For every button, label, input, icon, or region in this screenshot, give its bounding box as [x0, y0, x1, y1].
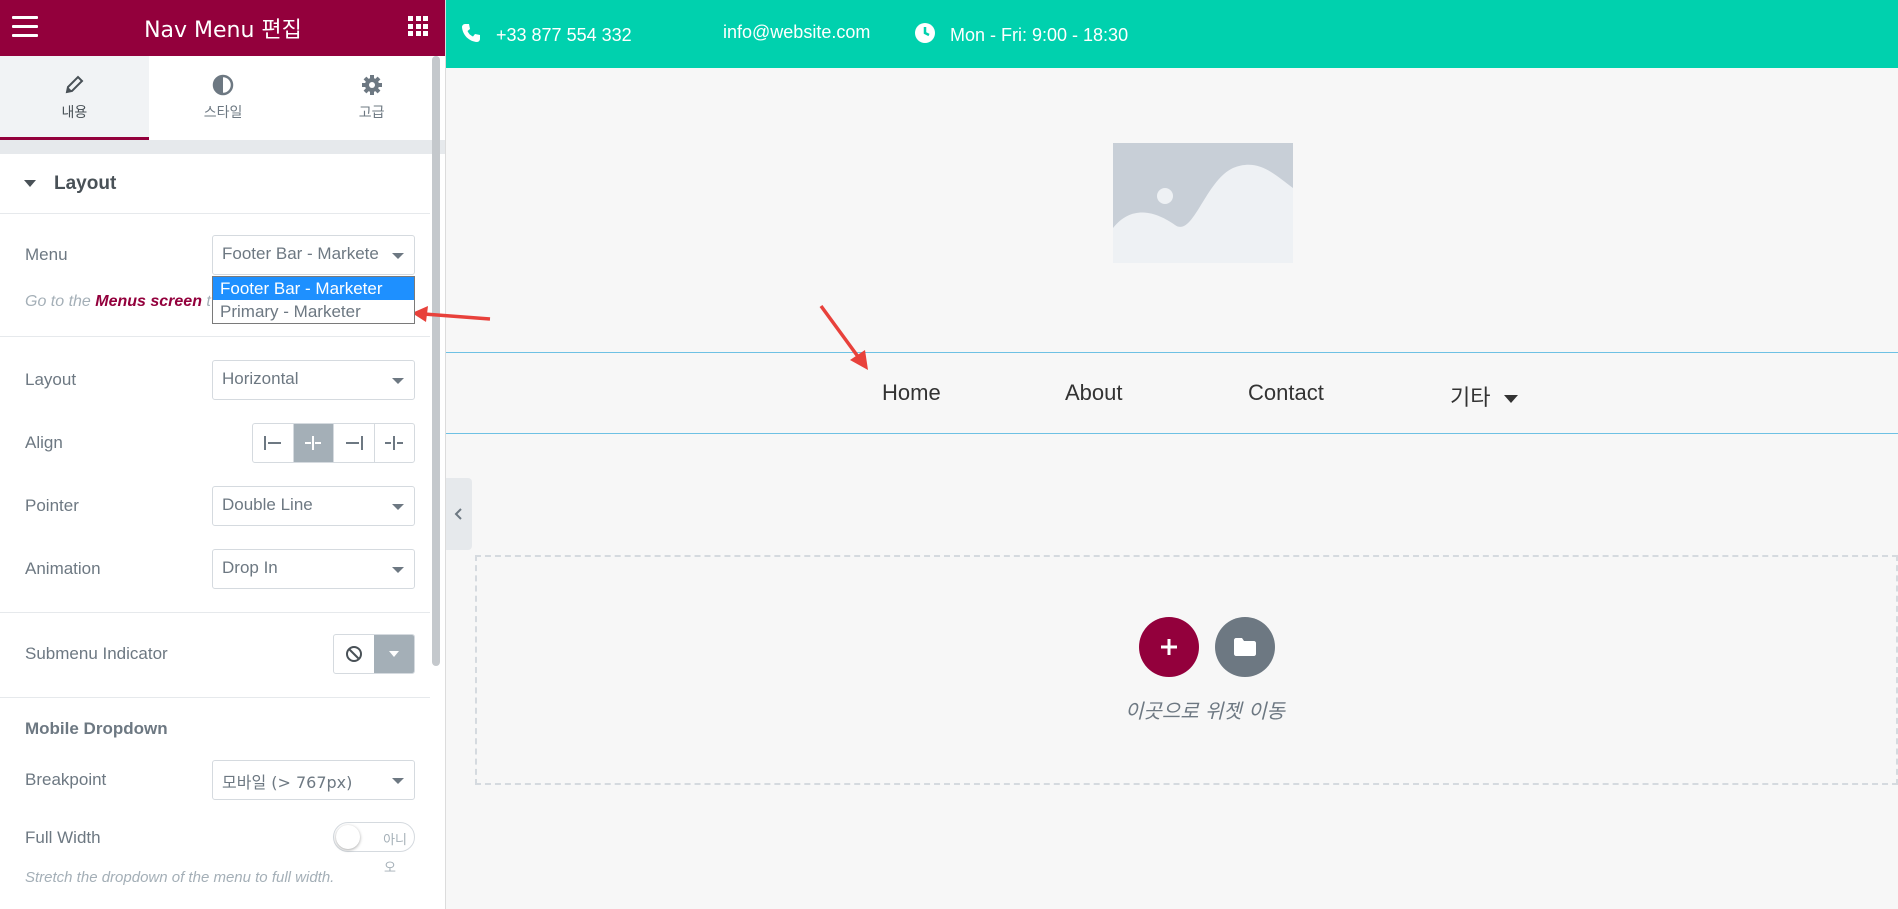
layout-label: Layout — [25, 370, 77, 389]
section-layout-title: Layout — [54, 172, 117, 194]
folder-icon — [1234, 638, 1256, 656]
gear-icon — [297, 74, 445, 98]
layout-select-value: Horizontal — [222, 369, 299, 388]
breakpoint-select[interactable]: 모바일 (> 767px) — [212, 760, 415, 800]
editor-panel: Nav Menu 편집 내용 스타일 고급 Layout Menu Footer… — [0, 0, 446, 909]
divider — [0, 336, 430, 337]
full-width-toggle[interactable]: 아니 — [333, 822, 415, 852]
mobile-dropdown-heading: Mobile Dropdown — [25, 719, 168, 738]
menu-select-value: Footer Bar - Markete — [222, 244, 379, 263]
pointer-select[interactable]: Double Line — [212, 486, 415, 526]
submenu-indicator-group — [333, 634, 415, 674]
add-section-button[interactable] — [1139, 617, 1199, 677]
menu-option-footer-bar[interactable]: Footer Bar - Marketer — [213, 277, 414, 300]
toggle-off-label: 아니 — [383, 833, 407, 848]
menu-label: Menu — [25, 245, 68, 264]
phone-icon — [460, 22, 482, 49]
tab-advanced-label: 고급 — [358, 105, 385, 121]
nav-link-contact[interactable]: Contact — [1248, 380, 1324, 406]
layout-select[interactable]: Horizontal — [212, 360, 415, 400]
pencil-icon — [0, 74, 149, 98]
chevron-down-icon — [392, 504, 404, 510]
panel-scrollbar[interactable] — [432, 56, 440, 666]
menu-hint-prefix: Go to the — [25, 293, 96, 310]
phone-number[interactable]: +33 877 554 332 — [496, 25, 632, 46]
menu-hint-suffix: t — [201, 293, 211, 310]
email-address[interactable]: info@website.com — [723, 22, 870, 43]
breakpoint-select-value: 모바일 (> 767px) — [222, 773, 353, 792]
site-top-bar: +33 877 554 332 info@website.com Mon - F… — [446, 0, 1898, 68]
animation-select[interactable]: Drop In — [212, 549, 415, 589]
plus-icon — [1161, 639, 1177, 655]
phone-item: +33 877 554 332 — [460, 22, 632, 49]
contrast-icon — [149, 74, 298, 98]
chevron-down-icon — [392, 778, 404, 784]
chevron-down-icon — [392, 253, 404, 259]
image-placeholder[interactable] — [1113, 143, 1293, 263]
animation-label: Animation — [25, 559, 101, 578]
email-item: info@website.com — [723, 22, 870, 43]
chevron-down-icon — [392, 567, 404, 573]
add-template-button[interactable] — [1215, 617, 1275, 677]
tab-content-label: 내용 — [61, 105, 88, 121]
panel-tabs: 내용 스타일 고급 — [0, 56, 445, 140]
section-layout-header[interactable]: Layout — [0, 154, 430, 214]
tabs-separator — [0, 140, 445, 154]
caret-down-icon — [1504, 395, 1519, 403]
tab-content[interactable]: 내용 — [0, 56, 149, 140]
divider — [0, 612, 430, 613]
no-indicator-icon[interactable] — [334, 635, 374, 673]
tab-style[interactable]: 스타일 — [149, 56, 298, 140]
collapse-panel-button[interactable] — [446, 478, 472, 550]
menu-select[interactable]: Footer Bar - Markete — [212, 235, 415, 275]
breakpoint-label: Breakpoint — [25, 770, 107, 789]
image-placeholder-icon — [1113, 143, 1293, 263]
panel-header: Nav Menu 편집 — [0, 0, 445, 56]
menu-option-primary[interactable]: Primary - Marketer — [213, 300, 414, 323]
caret-down-icon — [24, 180, 36, 187]
submenu-indicator-label: Submenu Indicator — [25, 644, 168, 663]
tab-advanced[interactable]: 고급 — [297, 56, 445, 140]
nav-link-more[interactable]: 기타 — [1450, 380, 1519, 412]
pointer-select-value: Double Line — [222, 495, 313, 514]
divider — [0, 697, 430, 698]
menu-dropdown-list: Footer Bar - Marketer Primary - Marketer — [212, 276, 415, 324]
menu-hint: Go to the Menus screen t — [25, 293, 211, 311]
menus-screen-link[interactable]: Menus screen — [95, 293, 202, 310]
panel-title: Nav Menu 편집 — [144, 18, 302, 43]
toggle-knob — [336, 825, 360, 849]
animation-select-value: Drop In — [222, 558, 278, 577]
nav-link-home[interactable]: Home — [882, 380, 941, 406]
align-center-icon[interactable] — [293, 424, 334, 462]
toggle-off-label-overflow: 오 — [384, 861, 396, 876]
nav-link-about[interactable]: About — [1065, 380, 1123, 406]
widgets-grid-icon[interactable] — [408, 16, 428, 36]
pointer-label: Pointer — [25, 496, 79, 515]
caret-indicator-icon[interactable] — [374, 635, 414, 673]
dropzone-hint: 이곳으로 위젯 이동 — [1125, 699, 1285, 723]
hours-item: Mon - Fri: 9:00 - 18:30 — [914, 22, 1128, 49]
align-left-icon[interactable] — [253, 424, 294, 462]
tab-style-label: 스타일 — [203, 105, 243, 121]
align-label: Align — [25, 433, 63, 452]
full-width-label: Full Width — [25, 828, 101, 847]
clock-icon — [914, 22, 936, 49]
nav-menu-widget: Home About Contact 기타 — [446, 352, 1898, 434]
full-width-hint: Stretch the dropdown of the menu to full… — [25, 869, 335, 886]
align-right-icon[interactable] — [334, 424, 375, 462]
align-button-group — [252, 423, 415, 463]
business-hours: Mon - Fri: 9:00 - 18:30 — [950, 25, 1129, 45]
align-justify-icon[interactable] — [375, 424, 415, 462]
nav-link-more-label: 기타 — [1450, 386, 1491, 411]
chevron-left-icon — [454, 508, 462, 520]
chevron-down-icon — [392, 378, 404, 384]
